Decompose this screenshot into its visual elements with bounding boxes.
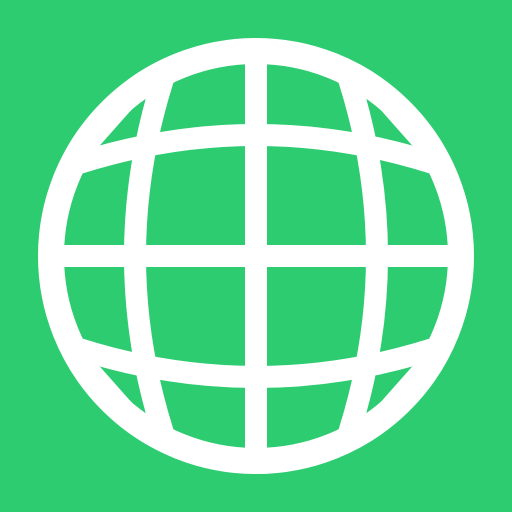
- globe-icon: [38, 38, 474, 474]
- app-icon-tile: [0, 0, 512, 512]
